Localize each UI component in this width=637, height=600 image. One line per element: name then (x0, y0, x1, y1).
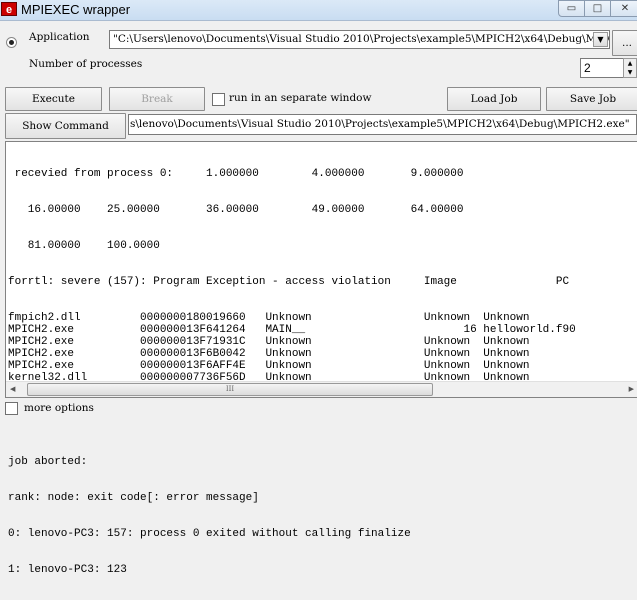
received-line: recevied from process 0: 1.000000 4.0000… (8, 168, 464, 180)
values-line-2: 16.00000 25.00000 36.00000 49.00000 64.0… (8, 204, 464, 216)
scroll-thumb[interactable]: III (27, 383, 433, 396)
application-label: Application (29, 31, 90, 43)
footer-line: 0: lenovo-PC3: 157: process 0 exited wit… (8, 528, 411, 540)
trace-row: MPICH2.exe 000000013F71931C Unknown Unkn… (8, 336, 530, 348)
dropdown-arrow-icon[interactable]: ▼ (593, 32, 608, 47)
load-job-button[interactable]: Load Job (447, 87, 541, 111)
command-field[interactable]: s\lenovo\Documents\Visual Studio 2010\Pr… (128, 114, 637, 135)
spin-down-icon[interactable]: ▼ (624, 68, 636, 77)
error-line: forrtl: severe (157): Program Exception … (8, 276, 570, 288)
minimize-button[interactable]: ▭ (558, 0, 585, 17)
app-icon: e (1, 2, 17, 16)
processes-spinner[interactable]: ▲ ▼ (623, 58, 637, 78)
close-button[interactable]: ✕ (610, 0, 637, 17)
break-button[interactable]: Break (109, 87, 205, 111)
radio-dot (9, 40, 14, 45)
more-options-checkbox[interactable] (5, 402, 18, 415)
footer-line: job aborted: (8, 456, 88, 468)
show-command-button[interactable]: Show Command (5, 113, 126, 139)
application-combo[interactable]: "C:\Users\lenovo\Documents\Visual Studio… (109, 30, 610, 49)
separate-window-checkbox[interactable] (212, 93, 225, 106)
values-line-3: 81.00000 100.0000 (8, 240, 160, 252)
processes-label: Number of processes (29, 58, 143, 70)
output-console[interactable]: recevied from process 0: 1.000000 4.0000… (5, 141, 637, 576)
scroll-right-icon[interactable]: ▶ (629, 385, 634, 393)
output-text: recevied from process 0: 1.000000 4.0000… (8, 144, 576, 600)
application-value: "C:\Users\lenovo\Documents\Visual Studio… (113, 33, 610, 45)
trace-row: MPICH2.exe 000000013F6AFF4E Unknown Unkn… (8, 360, 530, 372)
window-title: MPIEXEC wrapper (21, 2, 131, 17)
trace-row: MPICH2.exe 000000013F6B0042 Unknown Unkn… (8, 348, 530, 360)
scroll-left-icon[interactable]: ◀ (10, 385, 15, 393)
trace-row: MPICH2.exe 000000013F641264 MAIN__ 16 he… (8, 324, 576, 336)
execute-button[interactable]: Execute (5, 87, 102, 111)
browse-button[interactable]: ... (612, 30, 637, 56)
trace-row: fmpich2.dll 0000000180019660 Unknown Unk… (8, 312, 530, 324)
save-job-button[interactable]: Save Job (546, 87, 637, 111)
footer-line: rank: node: exit code[: error message] (8, 492, 259, 504)
spin-up-icon[interactable]: ▲ (624, 59, 636, 68)
maximize-button[interactable]: □ (584, 0, 611, 17)
processes-input[interactable]: 2 (580, 58, 624, 78)
application-radio[interactable] (6, 37, 17, 48)
footer-line: 1: lenovo-PC3: 123 (8, 564, 127, 576)
separate-window-label: run in an separate window (229, 92, 372, 104)
more-options-label: more options (24, 402, 94, 414)
title-bar: e MPIEXEC wrapper ▭ □ ✕ (0, 0, 637, 21)
horizontal-scrollbar[interactable]: ◀ III ▶ (6, 381, 637, 397)
